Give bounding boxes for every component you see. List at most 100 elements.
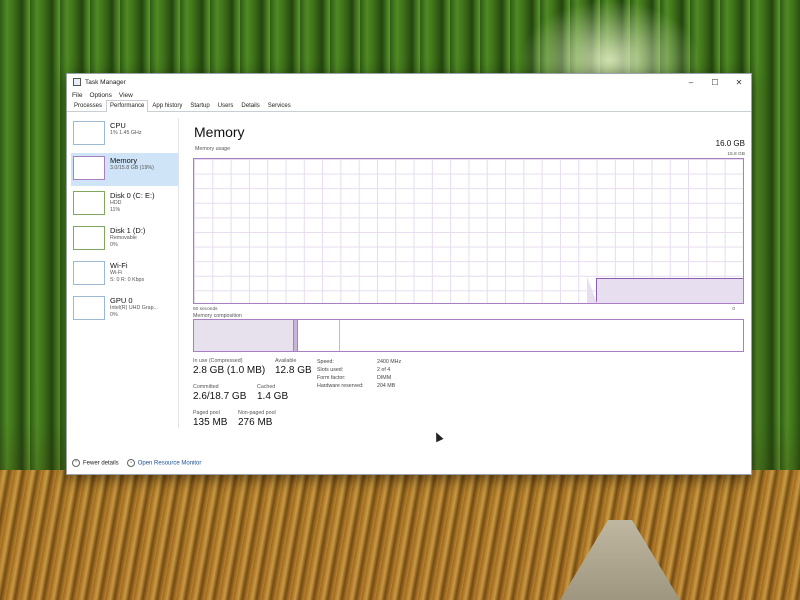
close-button[interactable]: ✕ [727,78,751,87]
sidebar-item-detail: Removable [110,235,137,241]
title-bar[interactable]: Task Manager – ☐ ✕ [67,74,751,90]
tab-details[interactable]: Details [237,100,263,111]
maximize-button[interactable]: ☐ [703,78,727,87]
minimize-button[interactable]: – [679,78,703,87]
composition-free [340,320,743,351]
spec-form-factor: Form factor: DIMM [317,374,401,382]
sidebar-item-wifi[interactable]: Wi-Fi Wi-Fi S: 0 R: 0 Kbps [71,258,178,291]
sidebar-item-value: S: 0 R: 0 Kbps [110,277,145,283]
spec-hardware-reserved: Hardware reserved: 204 MB [317,382,401,390]
stat-committed: Committed 2.6/18.7 GB [193,384,246,403]
stat-cached: Cached 1.4 GB [257,384,288,403]
spec-value: 2 of 4 [377,367,391,373]
sidebar-item-label: CPU [110,121,126,130]
sidebar-item-label: Wi-Fi [110,261,128,270]
memory-usage-max: 15.8 GB [727,152,745,157]
stat-label: Available [275,358,297,364]
open-resource-monitor-label: Open Resource Monitor [137,460,202,467]
stat-value: 2.8 GB (1.0 MB) [193,365,266,376]
disk-1-mini-graph [73,226,105,250]
panel-title: Memory [194,124,245,140]
open-resource-monitor-link[interactable]: ◔ Open Resource Monitor [126,459,202,467]
stat-label: Paged pool [193,410,220,416]
stat-available: Available 12.8 GB [275,358,312,377]
spec-key: Form factor: [317,375,346,381]
tab-startup[interactable]: Startup [186,100,213,111]
fewer-details-button[interactable]: ⌃ Fewer details [72,459,119,467]
stat-value: 276 MB [238,417,273,428]
sidebar-item-gpu-0[interactable]: GPU 0 Intel(R) UHD Grap... 0% [71,293,178,326]
stat-value: 135 MB [193,417,228,428]
spec-key: Slots used: [317,367,344,373]
composition-in-use [194,320,294,351]
resource-monitor-icon: ◔ [126,459,135,467]
chevron-up-icon: ⌃ [72,459,80,467]
tab-performance[interactable]: Performance [106,100,149,112]
graph-time-span-label: 60 seconds [193,307,218,312]
spec-key: Hardware reserved: [317,383,364,389]
sidebar-item-disk-0[interactable]: Disk 0 (C: E:) HDD 11% [71,188,178,221]
cpu-mini-graph [73,121,105,145]
stat-paged-pool: Paged pool 135 MB [193,410,227,429]
sidebar-item-label: Disk 1 (D:) [110,226,146,235]
spec-slots: Slots used: 2 of 4 [317,366,401,374]
stat-label: Cached [257,384,276,390]
fewer-details-label: Fewer details [83,460,119,467]
memory-usage-label: Memory usage [195,146,231,152]
sidebar-item-label: Disk 0 (C: E:) [110,191,155,200]
menu-bar: File Options View [67,90,751,100]
spec-speed: Speed: 2400 MHz [317,358,401,366]
sidebar-item-detail: HDD [110,200,122,206]
stat-label: In use (Compressed) [193,358,243,364]
sidebar-item-value: 0% [110,242,118,248]
window-controls: – ☐ ✕ [679,78,751,87]
stat-value: 1.4 GB [257,391,289,402]
stat-value: 2.6/18.7 GB [193,391,247,402]
composition-standby [298,320,340,351]
menu-options[interactable]: Options [89,92,111,99]
performance-sidebar: CPU 1% 1.45 GHz Memory 3.0/15.8 GB (19%)… [71,118,179,428]
background-grass [0,470,800,600]
sidebar-item-cpu[interactable]: CPU 1% 1.45 GHz [71,118,178,151]
disk-0-mini-graph [73,191,105,215]
window-title: Task Manager [85,78,126,86]
sidebar-item-detail: Wi-Fi [110,270,123,276]
spec-value: 2400 MHz [377,359,402,365]
sidebar-item-detail: Intel(R) UHD Grap... [110,305,158,311]
gpu-mini-graph [73,296,105,320]
sidebar-item-memory[interactable]: Memory 3.0/15.8 GB (19%) [71,153,178,186]
menu-view[interactable]: View [119,92,133,99]
spec-key: Speed: [317,359,334,365]
spec-value: 204 MB [377,383,396,389]
stat-value: 12.8 GB [275,365,312,376]
memory-total: 16.0 GB [715,139,745,148]
memory-composition-bar [193,319,744,352]
task-manager-app-icon [73,78,81,86]
menu-file[interactable]: File [72,92,82,99]
spec-value: DIMM [377,375,392,381]
tab-services[interactable]: Services [264,100,295,111]
graph-end-label: 0 [732,307,735,312]
memory-usage-area [587,277,743,303]
memory-mini-graph [73,156,105,180]
tab-processes[interactable]: Processes [70,100,106,111]
sidebar-item-detail: 3.0/15.8 GB (19%) [110,165,154,171]
memory-specs: Speed: 2400 MHz Slots used: 2 of 4 Form … [317,358,401,390]
task-manager-window: Task Manager – ☐ ✕ File Options View Pro… [66,73,752,475]
memory-usage-graph [193,158,744,304]
wifi-mini-graph [73,261,105,285]
sidebar-item-disk-1[interactable]: Disk 1 (D:) Removable 0% [71,223,178,256]
stat-label: Committed [193,384,219,390]
stat-non-paged-pool: Non-paged pool 276 MB [238,410,276,429]
footer-bar: ⌃ Fewer details ◔ Open Resource Monitor [67,452,751,474]
sidebar-item-value: 11% [110,207,121,213]
stat-label: Non-paged pool [238,410,276,416]
tab-app-history[interactable]: App history [148,100,186,111]
sidebar-item-label: Memory [110,156,138,165]
sidebar-item-label: GPU 0 [110,296,133,305]
sidebar-item-value: 0% [110,312,118,318]
sidebar-item-detail: 1% 1.45 GHz [110,130,142,136]
stat-in-use: In use (Compressed) 2.8 GB (1.0 MB) [193,358,265,377]
tab-users[interactable]: Users [214,100,238,111]
tab-bar: Processes Performance App history Startu… [67,100,751,112]
